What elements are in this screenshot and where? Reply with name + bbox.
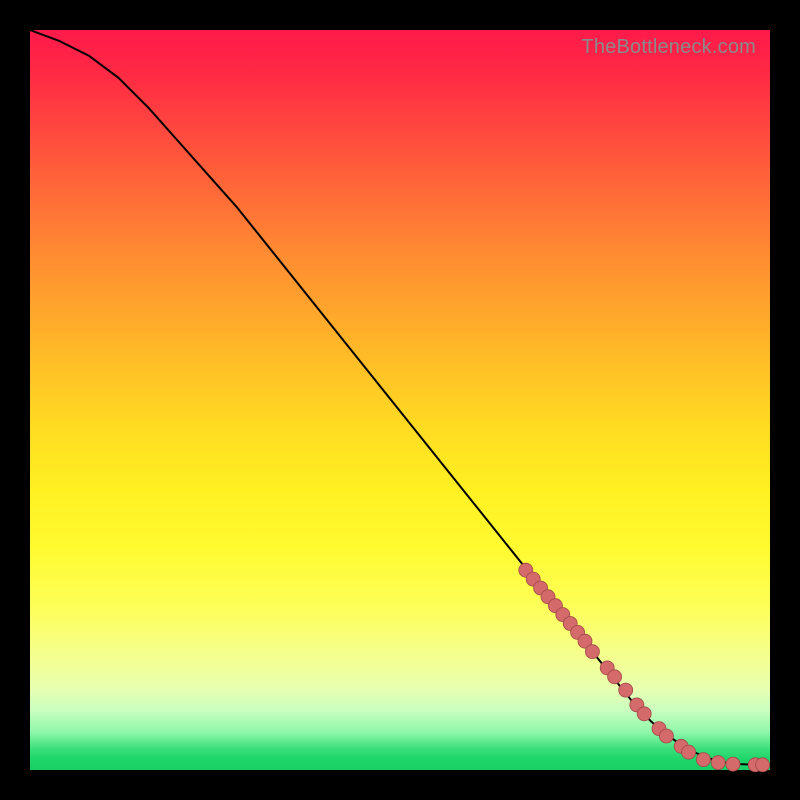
data-point [726, 757, 740, 771]
data-point [696, 753, 710, 767]
data-point [711, 756, 725, 770]
main-curve [30, 30, 770, 765]
data-point [756, 758, 770, 772]
data-point [682, 745, 696, 759]
data-point [637, 707, 651, 721]
data-point [608, 670, 622, 684]
plot-area: TheBottleneck.com [30, 30, 770, 770]
data-point [659, 729, 673, 743]
data-point [619, 683, 633, 697]
data-point [585, 645, 599, 659]
chart-frame: TheBottleneck.com [0, 0, 800, 800]
chart-overlay [30, 30, 770, 770]
scatter-points [519, 563, 770, 772]
